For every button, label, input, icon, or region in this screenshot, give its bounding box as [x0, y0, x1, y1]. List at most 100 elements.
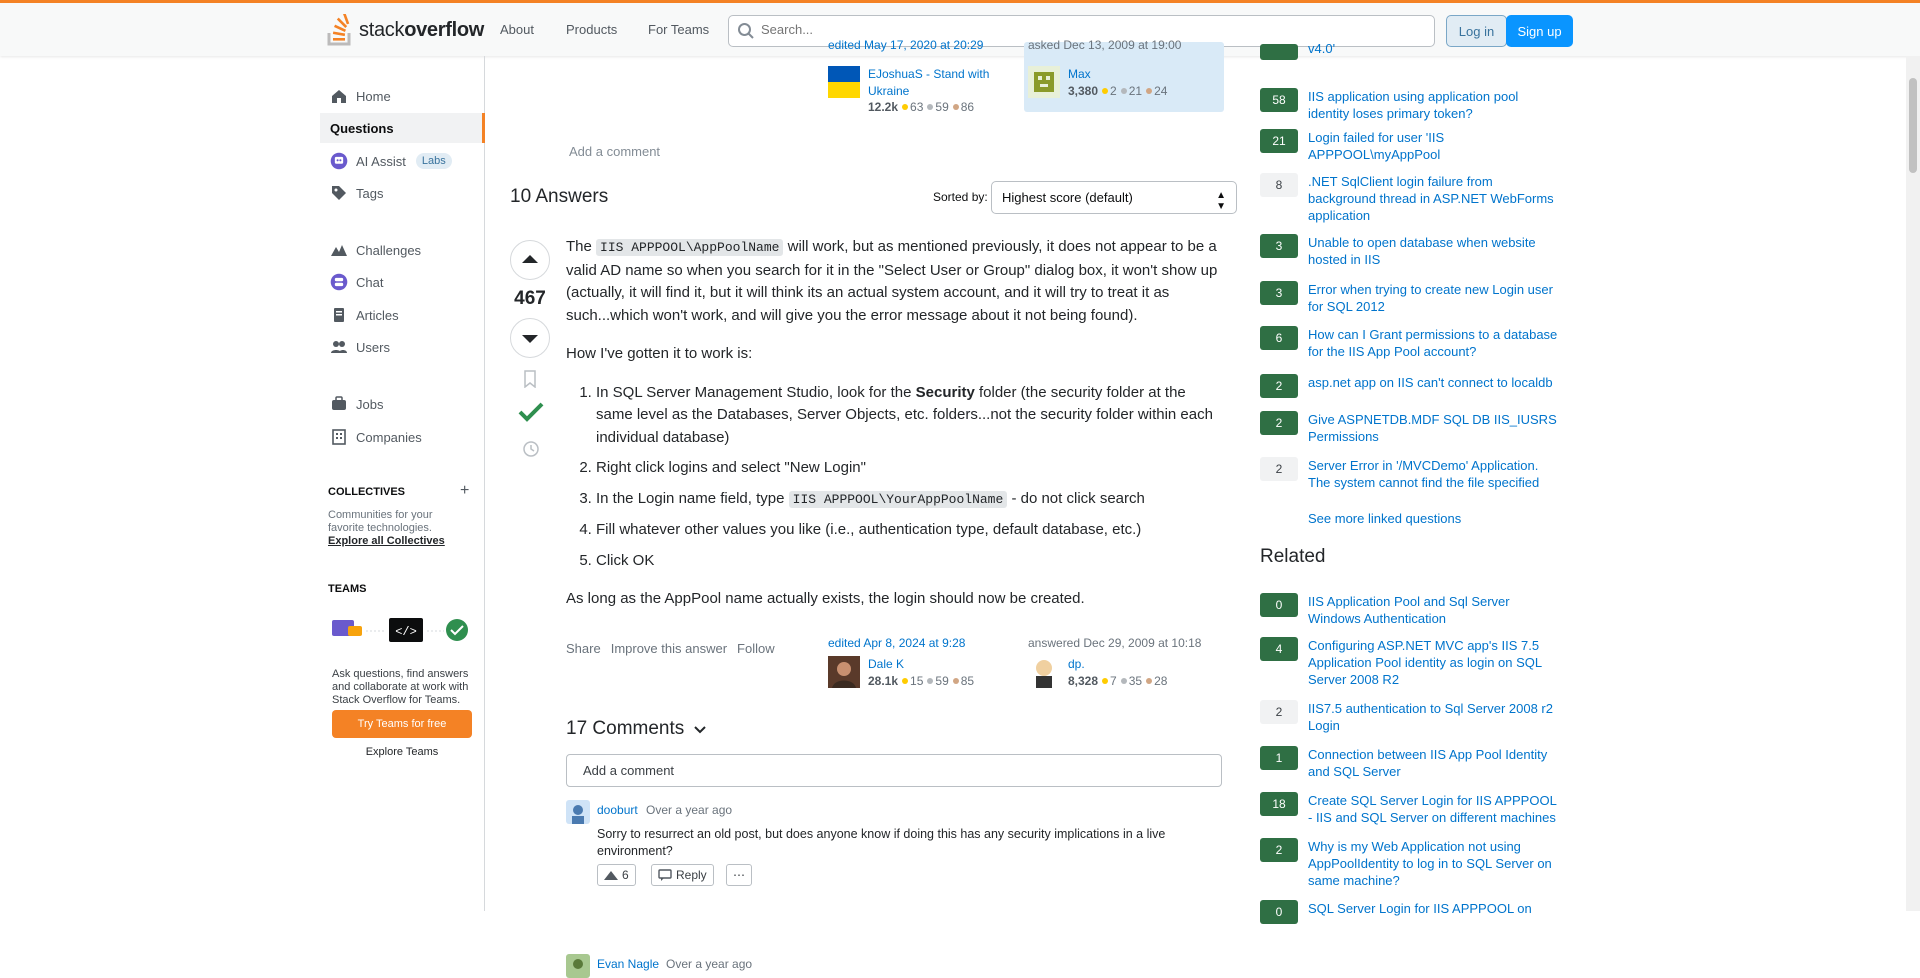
sidebar-item-label: Tags: [356, 185, 384, 201]
upvote-button[interactable]: [510, 240, 550, 280]
sidebar-item-companies[interactable]: Companies: [320, 422, 485, 452]
try-teams-button[interactable]: Try Teams for free: [332, 710, 472, 738]
linked-title[interactable]: How can I Grant permissions to a databas…: [1308, 326, 1558, 360]
search-input[interactable]: [761, 22, 1361, 37]
score-badge: 3: [1260, 281, 1298, 305]
related-title[interactable]: Configuring ASP.NET MVC app's IIS 7.5 Ap…: [1308, 637, 1558, 688]
comment-user[interactable]: Evan Nagle: [597, 957, 659, 971]
add-comment-input[interactable]: Add a comment: [566, 754, 1222, 787]
bookmark-icon[interactable]: [522, 370, 550, 391]
linked-title[interactable]: Login failed for user 'IIS APPPOOL\myApp…: [1308, 129, 1558, 163]
nav-products[interactable]: Products: [566, 22, 617, 37]
linked-title[interactable]: v4.0': [1308, 40, 1558, 57]
edited-time[interactable]: edited May 17, 2020 at 20:29: [828, 38, 983, 52]
explore-collectives-link[interactable]: Explore all Collectives: [328, 535, 445, 547]
edited-time[interactable]: edited Apr 8, 2024 at 9:28: [828, 636, 965, 650]
sidebar-item-challenges[interactable]: Challenges: [320, 235, 485, 265]
related-title[interactable]: Connection between IIS App Pool Identity…: [1308, 746, 1558, 780]
sidebar-item-ai-assist[interactable]: AI Assist Labs: [320, 146, 485, 176]
users-icon: [330, 338, 348, 356]
stackoverflow-logo-icon: [327, 14, 351, 46]
follow-link[interactable]: Follow: [737, 641, 775, 656]
linked-title[interactable]: IIS application using application pool i…: [1308, 88, 1558, 122]
nav-about[interactable]: About: [500, 22, 534, 37]
avatar[interactable]: [828, 66, 860, 98]
list-item: Click OK: [596, 550, 1222, 573]
answer-body: The IIS APPPOOL\AppPoolName will work, b…: [566, 236, 1222, 627]
related-title[interactable]: IIS Application Pool and Sql Server Wind…: [1308, 593, 1558, 627]
sort-select[interactable]: Highest score (default) ▲ ▼: [991, 181, 1237, 214]
linked-title[interactable]: Error when trying to create new Login us…: [1308, 281, 1558, 315]
comment-user[interactable]: dooburt: [597, 803, 638, 817]
sidebar-item-label: Chat: [356, 274, 384, 290]
more-options-button[interactable]: ⋯: [726, 864, 752, 886]
linked-title[interactable]: .NET SqlClient login failure from backgr…: [1308, 173, 1558, 224]
labs-badge: Labs: [415, 153, 452, 169]
text: The: [566, 238, 597, 255]
comment-time: Over a year ago: [666, 957, 753, 971]
linked-title[interactable]: Unable to open database when website hos…: [1308, 234, 1558, 268]
answer-editor-card: edited Apr 8, 2024 at 9:28 Dale K 28.1k 1…: [828, 636, 1018, 706]
related-title[interactable]: Create SQL Server Login for IIS APPPOOL …: [1308, 792, 1558, 826]
linked-title[interactable]: asp.net app on IIS can't connect to loca…: [1308, 374, 1558, 391]
svg-text:</>: </>: [395, 625, 417, 639]
score-badge: 2: [1260, 700, 1298, 724]
sidebar-item-label: Challenges: [356, 242, 422, 258]
logo-prefix: stack: [359, 18, 405, 41]
avatar[interactable]: [828, 656, 860, 688]
avatar[interactable]: [566, 954, 590, 978]
linked-title[interactable]: Server Error in '/MVCDemo' Application. …: [1308, 457, 1558, 491]
user-name[interactable]: Max: [1068, 66, 1091, 83]
sidebar-item-users[interactable]: Users: [320, 332, 485, 362]
page-scrollbar[interactable]: [1906, 56, 1920, 911]
sidebar-item-jobs[interactable]: Jobs: [320, 389, 485, 419]
see-more-link[interactable]: See more linked questions: [1308, 510, 1558, 527]
comment-text: Sorry to resurrect an old post, but does…: [597, 827, 1166, 858]
reply-button[interactable]: Reply: [651, 864, 714, 886]
related-title[interactable]: Why is my Web Application not using AppP…: [1308, 838, 1558, 889]
main-content: edited May 17, 2020 at 20:29 EJoshuaS - …: [486, 38, 1237, 978]
sidebar-item-articles[interactable]: Articles: [320, 300, 485, 330]
nav-for-teams[interactable]: For Teams: [648, 22, 709, 37]
bronze-count: 85: [960, 674, 975, 688]
history-icon[interactable]: [522, 440, 550, 461]
sidebar-item-label: Users: [356, 339, 390, 355]
related-title[interactable]: IIS7.5 authentication to Sql Server 2008…: [1308, 700, 1558, 734]
user-name[interactable]: dp.: [1068, 656, 1085, 673]
scrollbar-thumb[interactable]: [1909, 78, 1917, 173]
silver-count: 59: [935, 674, 949, 688]
score-badge: 4: [1260, 637, 1298, 661]
plus-icon[interactable]: +: [460, 482, 469, 500]
list-item: Fill whatever other values you like (i.e…: [596, 519, 1222, 542]
ai-assist-icon: [330, 152, 348, 170]
avatar[interactable]: [566, 800, 590, 824]
sidebar-item-tags[interactable]: Tags: [320, 178, 485, 208]
user-name[interactable]: EJoshuaS - Stand with Ukraine: [868, 66, 1018, 100]
challenges-icon: [330, 241, 348, 259]
silver-count: 21: [1128, 84, 1143, 98]
sidebar-item-home[interactable]: Home: [320, 81, 485, 111]
comment-upvote-button[interactable]: 6: [597, 864, 636, 886]
linked-title[interactable]: Give ASPNETDB.MDF SQL DB IIS_IUSRS Permi…: [1308, 411, 1558, 445]
explore-teams-link[interactable]: Explore Teams: [332, 746, 472, 758]
site-logo[interactable]: stackoverflow: [327, 13, 484, 47]
improve-link[interactable]: Improve this answer: [611, 641, 727, 656]
sidebar-item-questions[interactable]: Questions: [320, 113, 485, 143]
avatar[interactable]: [1028, 66, 1060, 98]
collectives-heading: COLLECTIVES: [328, 486, 406, 498]
gold-count: 7: [1110, 674, 1117, 688]
avatar[interactable]: [1028, 656, 1060, 688]
sort-value: Highest score (default): [1002, 190, 1133, 205]
share-link[interactable]: Share: [566, 641, 601, 656]
asked-time: asked Dec 13, 2009 at 19:00: [1028, 38, 1182, 52]
comments-heading[interactable]: 17 Comments: [566, 718, 708, 740]
user-name[interactable]: Dale K: [868, 656, 904, 673]
chat-icon: [330, 273, 348, 291]
gold-count: 2: [1110, 84, 1117, 98]
arrow-up-icon: [604, 871, 618, 880]
score-badge: 1: [1260, 746, 1298, 770]
related-title[interactable]: SQL Server Login for IIS APPPOOL on: [1308, 900, 1558, 917]
downvote-button[interactable]: [510, 318, 550, 358]
add-comment-link[interactable]: Add a comment: [569, 144, 660, 159]
sidebar-item-chat[interactable]: Chat: [320, 267, 485, 297]
